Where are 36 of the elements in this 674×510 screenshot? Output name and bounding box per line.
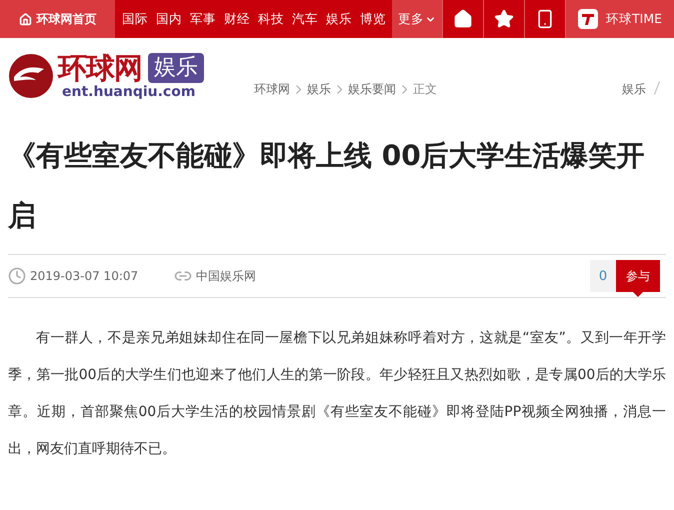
site-logo[interactable]: 环球网 娱乐 ent.huanqiu.com xyxy=(8,52,254,100)
nav-link[interactable]: 国际 xyxy=(120,10,150,28)
app-link[interactable]: 环球TIME xyxy=(565,0,674,38)
breadcrumb-link[interactable]: 正文 xyxy=(413,81,437,98)
channel-badge: 娱乐 xyxy=(148,53,204,83)
nav-link[interactable]: 科技 xyxy=(256,10,286,28)
source-name: 中国娱乐网 xyxy=(196,268,256,284)
chevron-icon xyxy=(296,85,301,94)
star-icon xyxy=(494,9,514,29)
logo-url: ent.huanqiu.com xyxy=(62,84,196,100)
nav-link[interactable]: 娱乐 xyxy=(324,10,354,28)
article-paragraph: 有一群人，不是亲兄弟姐妹却住在同一屋檐下以兄弟姐妹称呼着对方，这就是“室友”。又到一年开学季，第一批00后的大学生们也迎来了他们人生的第一阶段。年少轻狂且又热烈如歌，是专属00后的大学乐章。近期，首部聚焦00后大学生活的校园情景剧《有些室友不能碰》即将登陆PP视频全网独播，消息一出，网友们直呼期待不已。 xyxy=(8,329,666,459)
slash-separator xyxy=(654,81,660,95)
chevron-icon xyxy=(402,85,407,94)
home-link[interactable]: 环球网首页 xyxy=(0,0,115,38)
house-icon xyxy=(453,9,473,29)
comment-count: 0 xyxy=(590,260,616,292)
publish-date: 2019-03-07 10:07 xyxy=(30,269,138,283)
chevron-icon xyxy=(337,85,342,94)
logo-text: 环球网 xyxy=(58,52,142,84)
pointer-icon xyxy=(633,292,643,297)
clock-icon xyxy=(8,267,26,285)
nav-link[interactable]: 财经 xyxy=(222,10,252,28)
nav-link[interactable]: 国内 xyxy=(154,10,184,28)
app-logo-icon xyxy=(578,9,598,29)
channel-link[interactable]: 娱乐 xyxy=(622,81,646,98)
nav-link[interactable]: 汽车 xyxy=(290,10,320,28)
house-icon xyxy=(18,12,32,26)
breadcrumb-link[interactable]: 环球网 xyxy=(254,81,290,98)
nav-link[interactable]: 军事 xyxy=(188,10,218,28)
breadcrumb-link[interactable]: 娱乐 xyxy=(307,81,331,98)
nav-link[interactable]: 博览 xyxy=(358,10,388,28)
more-menu[interactable]: 更多 xyxy=(392,0,442,38)
article-title: 《有些室友不能碰》即将上线 00后大学生活爆笑开启 xyxy=(8,138,646,234)
join-button[interactable]: 参与 xyxy=(616,260,660,292)
breadcrumb-link[interactable]: 娱乐要闻 xyxy=(348,81,396,98)
